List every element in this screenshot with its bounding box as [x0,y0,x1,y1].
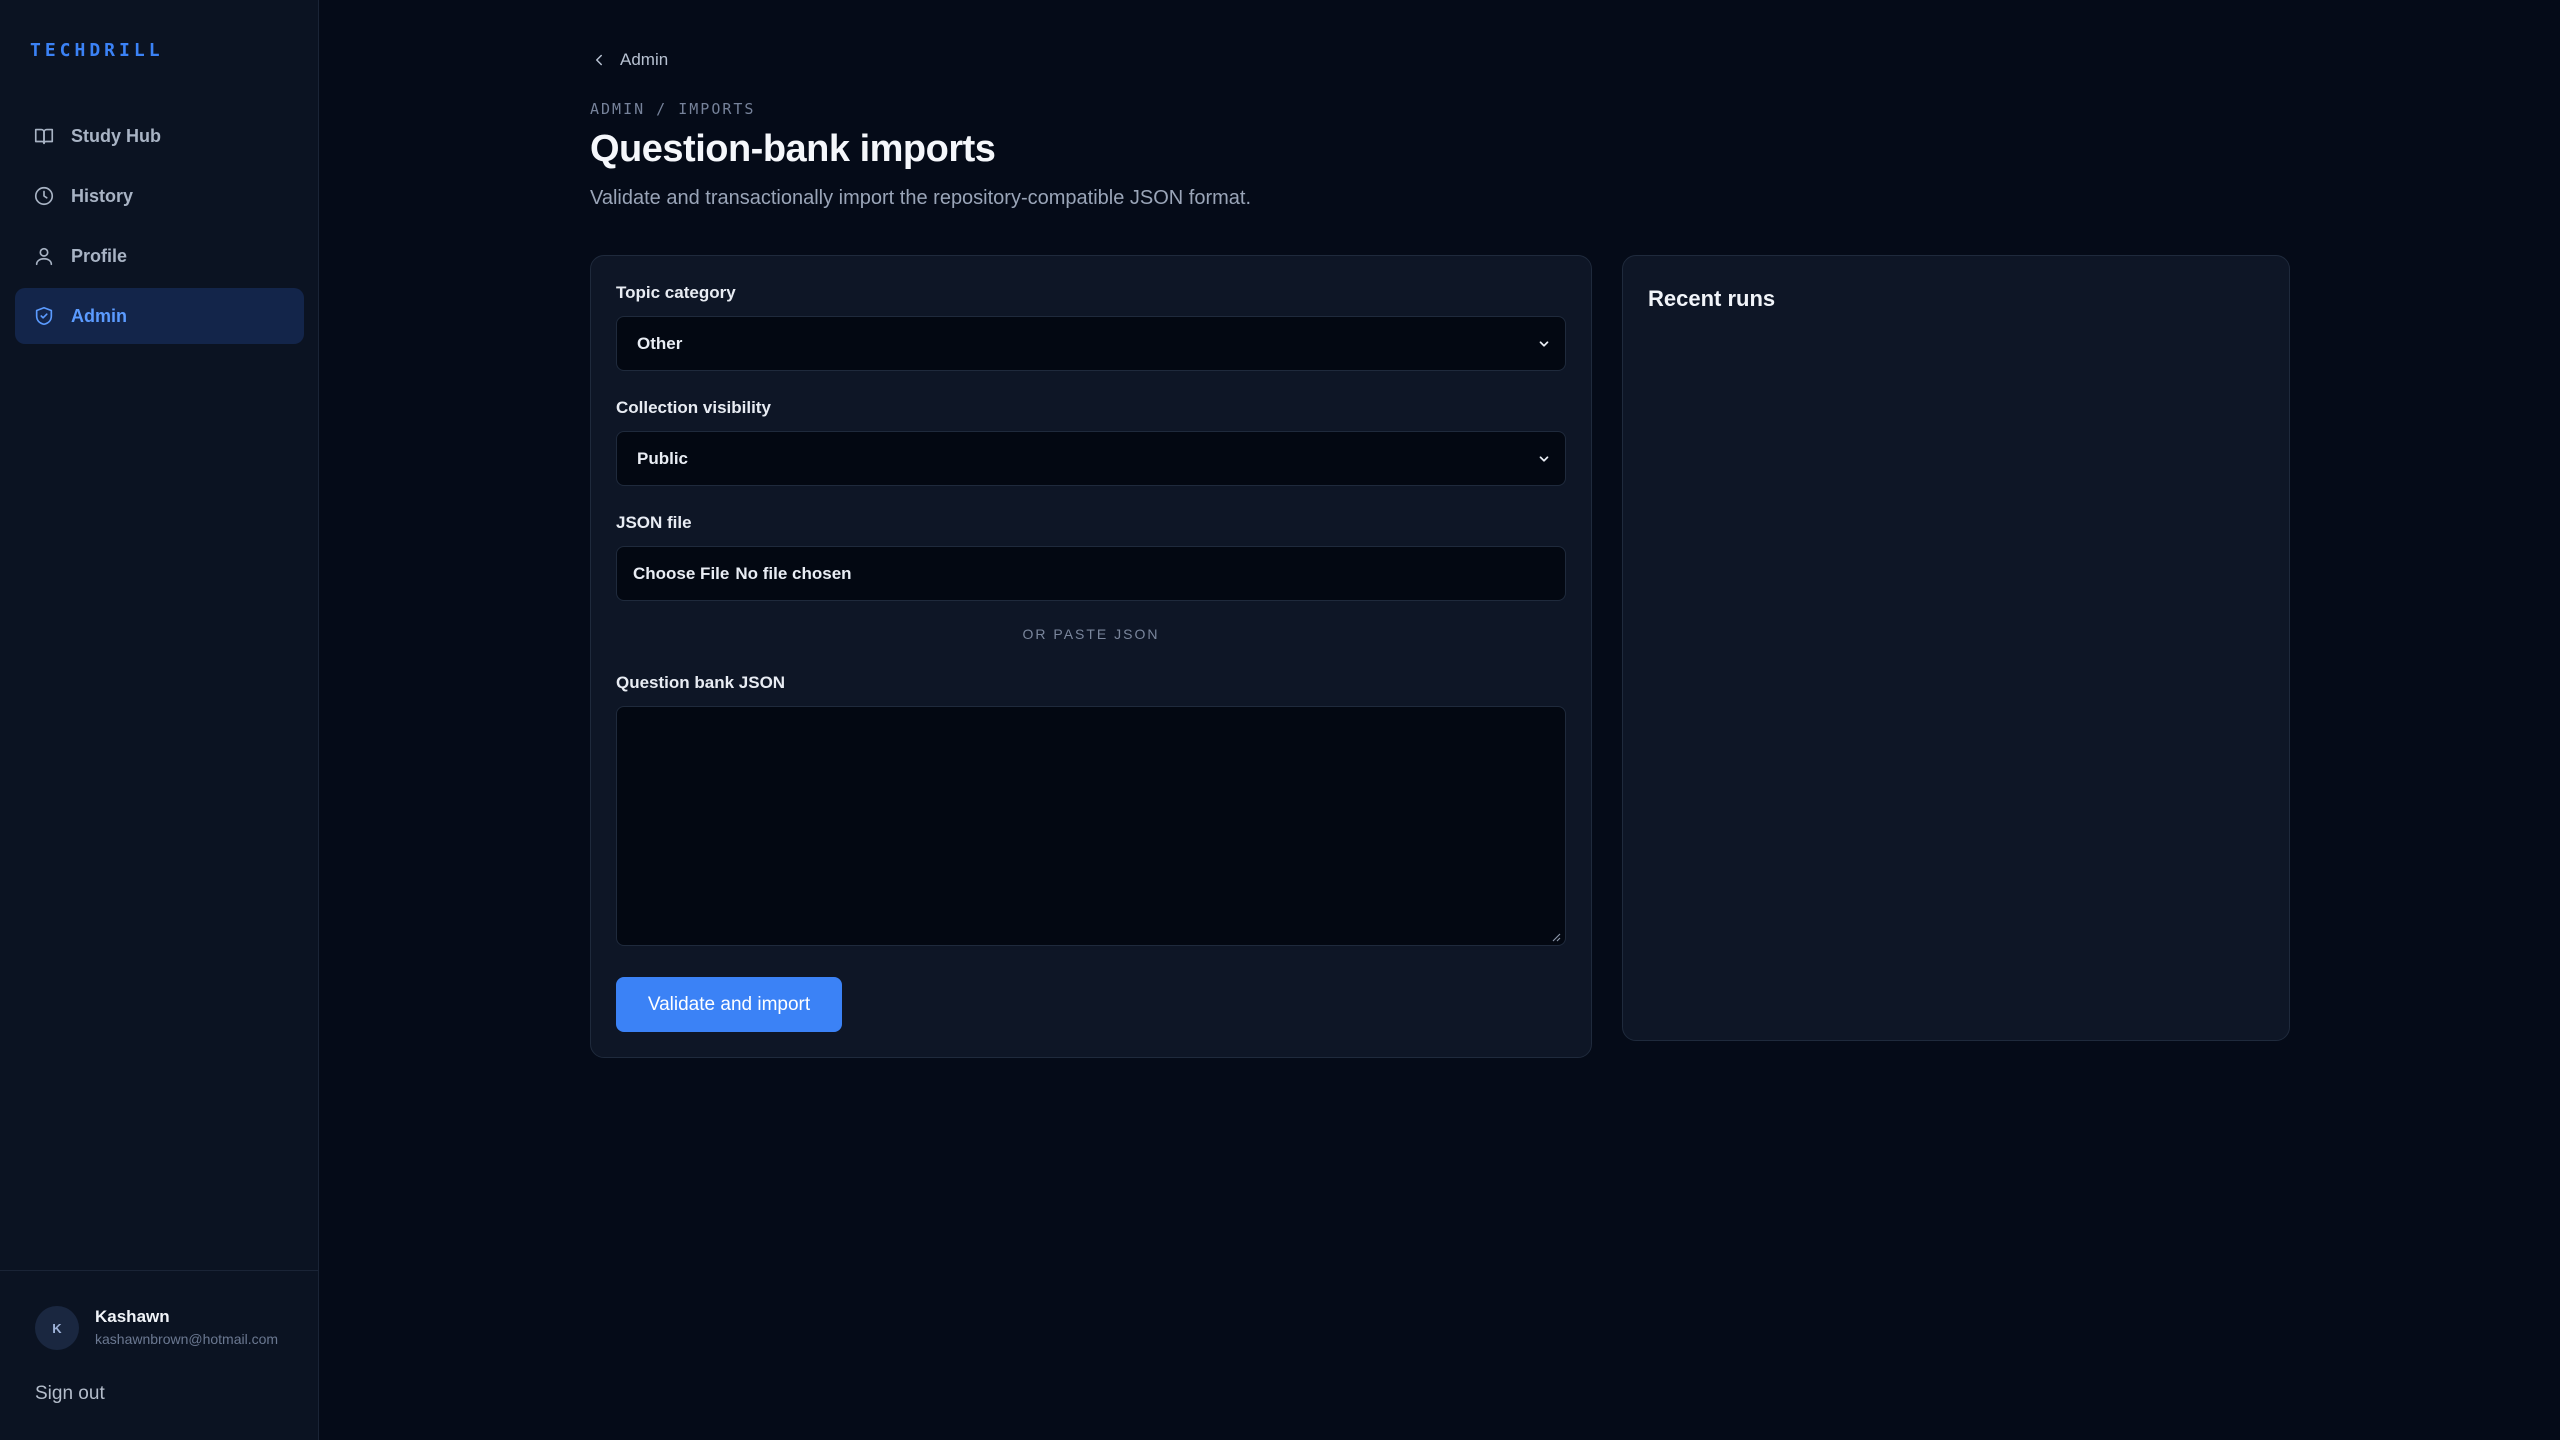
clock-icon [34,186,54,206]
choose-file-button[interactable]: Choose File [633,564,729,584]
chevron-down-icon [1539,455,1549,462]
sidebar-item-label: Admin [71,305,127,326]
user-name: Kashawn [95,1307,170,1326]
page-subtitle: Validate and transactionally import the … [590,187,1252,209]
sidebar-item-admin[interactable]: Admin [15,288,304,344]
back-link[interactable]: Admin [590,50,668,70]
recent-runs-card: Recent runs [1622,255,2290,1041]
brand-logo[interactable]: TECHDRILL [30,40,164,61]
sidebar: TECHDRILL Study Hub History Profile Admi… [0,0,319,1440]
json-file-label: JSON file [616,513,692,532]
chevron-left-icon [596,54,602,66]
resize-handle-icon[interactable] [1551,932,1561,942]
page-title: Question-bank imports [590,128,996,170]
file-status: No file chosen [735,563,852,583]
collection-visibility-value: Public [637,448,689,468]
sidebar-item-study-hub[interactable]: Study Hub [15,108,304,164]
sidebar-item-label: Study Hub [71,125,161,146]
or-paste-divider: OR PASTE JSON [1022,626,1160,642]
user-email: kashawnbrown@hotmail.com [95,1331,279,1347]
sidebar-item-label: History [71,185,134,206]
back-link-label: Admin [620,50,669,69]
shield-icon [35,306,53,326]
chevron-down-icon [1539,340,1549,347]
recent-runs-title: Recent runs [1648,286,1776,311]
sidebar-item-history[interactable]: History [15,168,304,224]
question-bank-json-label: Question bank JSON [616,673,786,692]
collection-visibility-label: Collection visibility [616,398,771,417]
json-file-input[interactable]: Choose File No file chosen [616,546,1566,601]
sidebar-nav: Study Hub History Profile Admin [15,108,304,348]
question-bank-json-textarea[interactable] [616,706,1566,946]
topic-category-value: Other [637,333,683,353]
breadcrumb: ADMIN / IMPORTS [590,100,756,118]
import-form-card: Topic category Other Collection visibili… [590,255,1592,1058]
collection-visibility-select[interactable]: Public [616,431,1566,486]
sign-out-button[interactable]: Sign out [35,1383,105,1405]
sidebar-item-profile[interactable]: Profile [15,228,304,284]
sidebar-item-label: Profile [71,245,128,266]
topic-category-select[interactable]: Other [616,316,1566,371]
book-icon [34,128,54,145]
user-icon [35,247,53,266]
avatar: K [35,1306,79,1350]
user-panel: K Kashawn kashawnbrown@hotmail.com Sign … [0,1270,319,1440]
validate-and-import-button[interactable]: Validate and import [616,977,842,1032]
topic-category-label: Topic category [616,283,736,302]
